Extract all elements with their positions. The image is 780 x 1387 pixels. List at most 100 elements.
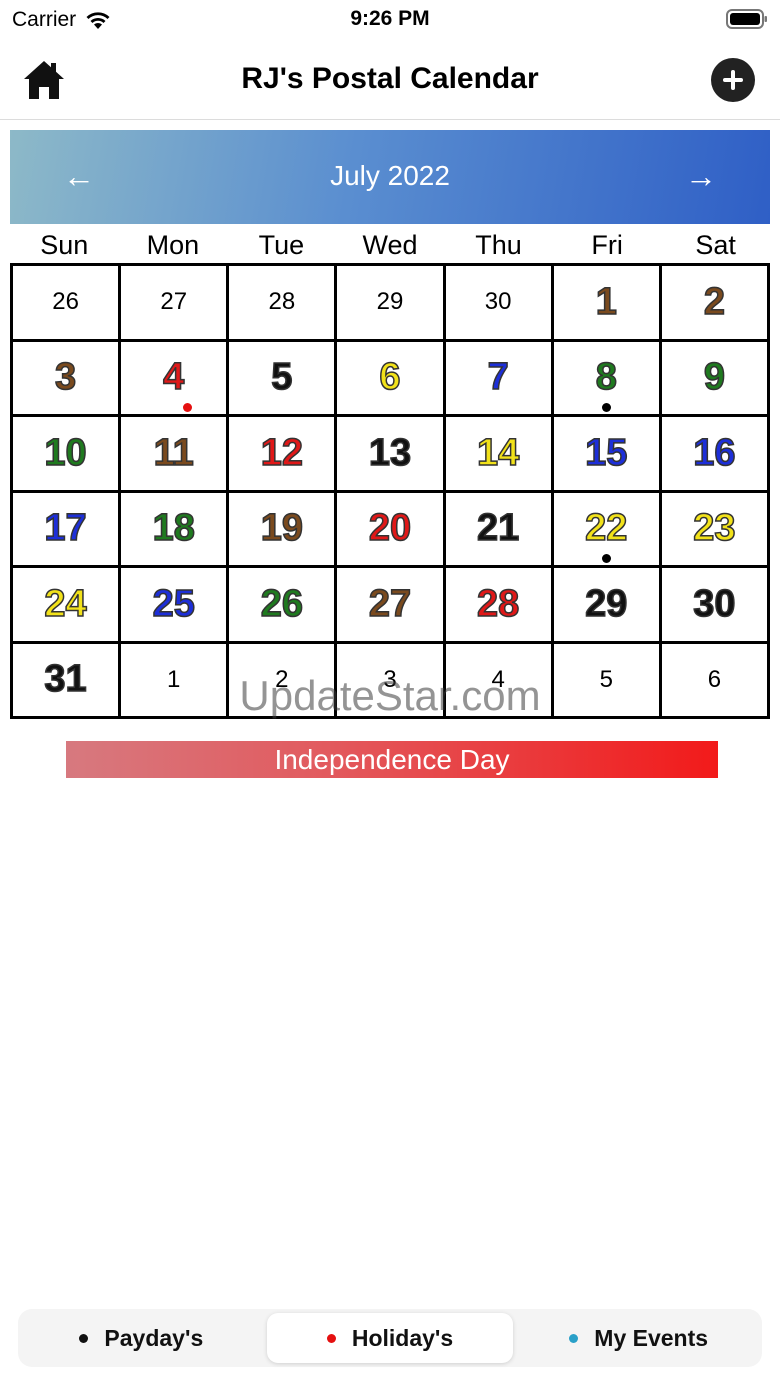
day-number: 1 xyxy=(595,280,618,324)
holiday-event-bar[interactable]: Independence Day xyxy=(66,741,718,778)
segment-label: Holiday's xyxy=(351,1324,454,1351)
day-cell[interactable]: 4 xyxy=(121,341,227,414)
weekday-header: Sun Mon Tue Wed Thu Fri Sat xyxy=(10,228,770,262)
day-number: 6 xyxy=(379,356,402,400)
day-number: 29 xyxy=(584,582,628,626)
day-number: 22 xyxy=(584,507,628,551)
day-number: 19 xyxy=(260,507,304,551)
nav-bar: RJ's Postal Calendar xyxy=(0,48,780,120)
day-cell[interactable]: 1 xyxy=(121,643,227,716)
day-number: 7 xyxy=(487,356,510,400)
day-cell[interactable]: 5 xyxy=(553,643,659,716)
day-number: 3 xyxy=(383,665,397,693)
segment-holidays[interactable]: Holiday's xyxy=(266,1313,514,1363)
day-cell[interactable]: 17 xyxy=(13,492,119,565)
day-cell[interactable]: 26 xyxy=(13,266,119,339)
day-number: 16 xyxy=(693,431,737,475)
day-cell[interactable]: 19 xyxy=(229,492,335,565)
day-cell[interactable]: 3 xyxy=(13,341,119,414)
day-cell[interactable]: 9 xyxy=(661,341,767,414)
day-number: 25 xyxy=(152,582,196,626)
day-cell[interactable]: 22 xyxy=(553,492,659,565)
day-number: 21 xyxy=(476,507,520,551)
weekday-wed: Wed xyxy=(362,230,418,260)
day-cell[interactable]: 25 xyxy=(121,568,227,641)
month-header: ← July 2022 → xyxy=(10,130,770,224)
segment-paydays[interactable]: Payday's xyxy=(18,1313,265,1363)
day-number: 11 xyxy=(153,431,195,475)
weekday-thu: Thu xyxy=(475,230,522,260)
day-cell[interactable]: 13 xyxy=(337,417,443,490)
day-number: 3 xyxy=(54,356,77,400)
day-number: 10 xyxy=(44,431,88,475)
day-cell[interactable]: 26 xyxy=(229,568,335,641)
day-number: 4 xyxy=(491,665,505,693)
day-cell[interactable]: 24 xyxy=(13,568,119,641)
day-number: 4 xyxy=(162,356,185,400)
day-number: 31 xyxy=(44,658,88,702)
day-number: 27 xyxy=(368,582,412,626)
day-cell[interactable]: 6 xyxy=(337,341,443,414)
day-number: 20 xyxy=(368,507,412,551)
day-number: 17 xyxy=(44,507,88,551)
day-cell[interactable]: 16 xyxy=(661,417,767,490)
weekday-sat: Sat xyxy=(695,230,736,260)
day-number: 28 xyxy=(476,582,520,626)
day-cell[interactable]: 29 xyxy=(553,568,659,641)
calendar-grid: 26 27 28 29 30 1 2 3 4 5 6 7 8 9 10 11 12 13 14 15 16 17 18 19 2… xyxy=(10,263,770,719)
day-cell[interactable]: 23 xyxy=(661,492,767,565)
day-cell[interactable]: 31 xyxy=(13,643,119,716)
day-number: 18 xyxy=(152,507,196,551)
weekday-sun: Sun xyxy=(40,230,89,260)
next-month-button[interactable]: → xyxy=(678,156,724,196)
day-cell[interactable]: 28 xyxy=(229,266,335,339)
event-dot xyxy=(182,403,192,412)
day-cell[interactable]: 30 xyxy=(445,266,551,339)
day-cell[interactable]: 1 xyxy=(553,266,659,339)
day-number: 6 xyxy=(707,665,722,693)
day-cell[interactable]: 4 xyxy=(445,643,551,716)
day-number: 27 xyxy=(160,288,188,316)
day-number: 2 xyxy=(275,665,289,693)
segment-dot xyxy=(569,1333,579,1343)
day-number: 12 xyxy=(260,431,304,475)
day-cell[interactable]: 11 xyxy=(121,417,227,490)
day-cell[interactable]: 29 xyxy=(337,266,443,339)
weekday-mon: Mon xyxy=(146,230,200,260)
page-title: RJ's Postal Calendar xyxy=(241,62,539,95)
add-event-button[interactable] xyxy=(711,58,755,102)
day-cell[interactable]: 6 xyxy=(661,643,767,716)
day-number: 13 xyxy=(368,431,412,475)
event-dot xyxy=(602,403,612,412)
day-cell[interactable]: 5 xyxy=(229,341,335,414)
day-cell[interactable]: 27 xyxy=(337,568,443,641)
day-number: 30 xyxy=(693,582,737,626)
day-number: 29 xyxy=(376,288,404,316)
day-number: 9 xyxy=(703,356,726,400)
event-filter-segments: Payday's Holiday's My Events xyxy=(18,1309,762,1367)
day-cell[interactable]: 30 xyxy=(661,568,767,641)
day-cell[interactable]: 12 xyxy=(229,417,335,490)
day-cell[interactable]: 2 xyxy=(661,266,767,339)
day-cell[interactable]: 18 xyxy=(121,492,227,565)
day-number: 28 xyxy=(268,288,296,316)
day-number: 2 xyxy=(703,280,726,324)
day-cell[interactable]: 20 xyxy=(337,492,443,565)
day-cell[interactable]: 10 xyxy=(13,417,119,490)
day-number: 26 xyxy=(52,288,79,316)
day-cell[interactable]: 28 xyxy=(445,568,551,641)
day-cell[interactable]: 15 xyxy=(553,417,659,490)
day-cell[interactable]: 27 xyxy=(121,266,227,339)
day-number: 14 xyxy=(476,431,520,475)
day-number: 30 xyxy=(484,288,512,316)
day-cell[interactable]: 3 xyxy=(337,643,443,716)
day-cell[interactable]: 2 xyxy=(229,643,335,716)
battery-icon xyxy=(726,9,767,29)
day-cell[interactable]: 21 xyxy=(445,492,551,565)
segment-my-events[interactable]: My Events xyxy=(515,1313,762,1363)
day-cell[interactable]: 7 xyxy=(445,341,551,414)
day-number: 8 xyxy=(595,356,618,400)
day-number: 26 xyxy=(260,582,304,626)
day-cell[interactable]: 14 xyxy=(445,417,551,490)
day-cell[interactable]: 8 xyxy=(553,341,659,414)
